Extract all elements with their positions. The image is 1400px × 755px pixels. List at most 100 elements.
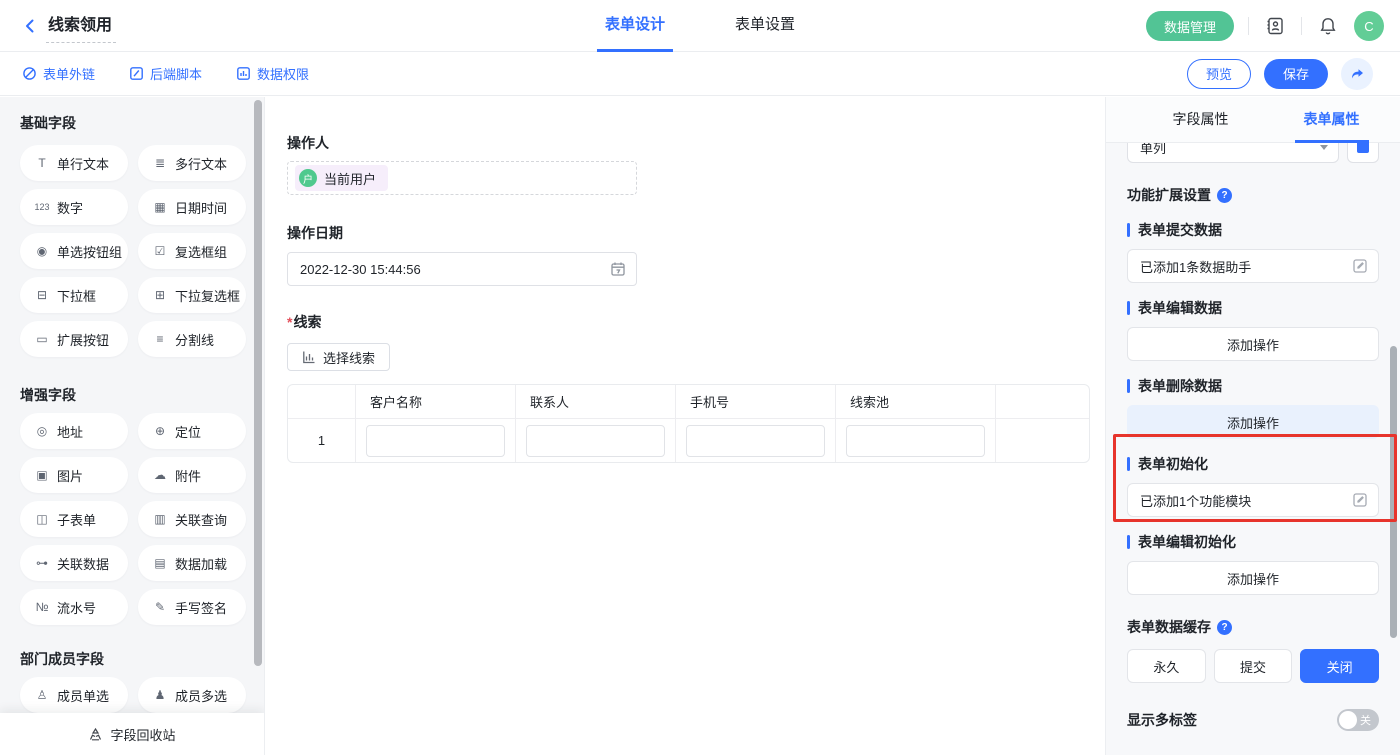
- field-pill-checkbox-group[interactable]: ☑复选框组: [138, 233, 246, 269]
- edit-icon: [1352, 492, 1368, 508]
- cache-option-submit[interactable]: 提交: [1214, 649, 1293, 683]
- field-pill-label: 下拉复选框: [175, 286, 240, 305]
- cell-input[interactable]: [846, 425, 985, 457]
- section-delete-data: 表单删除数据: [1127, 376, 1379, 396]
- tab-form-settings[interactable]: 表单设置: [727, 0, 803, 52]
- data-permission-item[interactable]: 数据权限: [236, 64, 309, 83]
- user-icon: 户: [299, 169, 317, 187]
- field-pill-subform[interactable]: ◫子表单: [20, 501, 128, 537]
- multi-tab-label: 显示多标签: [1127, 710, 1197, 730]
- edit-init-add-button[interactable]: 添加操作: [1127, 561, 1379, 595]
- link-icon: [22, 66, 37, 81]
- recycle-label: 字段回收站: [110, 725, 175, 744]
- dropdown-multi-icon: ⊞: [152, 288, 168, 302]
- multi-line-text-icon: ≣: [152, 156, 168, 170]
- field-pill-image[interactable]: ▣图片: [20, 457, 128, 493]
- extend-button-icon: ▭: [34, 332, 50, 346]
- field-pill-label: 关联数据: [57, 554, 109, 573]
- address-book-icon[interactable]: [1263, 14, 1287, 38]
- column-header: 手机号: [676, 385, 836, 419]
- body: 基础字段 T单行文本≣多行文本123数字▦日期时间◉单选按钮组☑复选框组⊟下拉框…: [0, 97, 1400, 755]
- cell-input[interactable]: [686, 425, 825, 457]
- field-pill-label: 附件: [175, 466, 201, 485]
- external-link-item[interactable]: 表单外链: [22, 64, 95, 83]
- data-cache-heading: 表单数据缓存 ?: [1127, 617, 1379, 637]
- current-user-tag[interactable]: 户 当前用户: [295, 165, 388, 191]
- edit-data-add-button[interactable]: 添加操作: [1127, 327, 1379, 361]
- panel-content: 单列 功能扩展设置 ? 表单提交数据 已添加1条数据助手: [1106, 143, 1400, 754]
- tab-form-design[interactable]: 表单设计: [597, 0, 673, 52]
- field-pill-label: 定位: [175, 422, 201, 441]
- operator-field[interactable]: 户 当前用户: [287, 161, 637, 195]
- field-pill-address[interactable]: ◎地址: [20, 413, 128, 449]
- select-leads-button[interactable]: 选择线索: [287, 343, 390, 371]
- notification-bell-icon[interactable]: [1316, 14, 1340, 38]
- date-field-input[interactable]: 2022-12-30 15:44:56: [287, 252, 637, 286]
- field-pill-multi-line-text[interactable]: ≣多行文本: [138, 145, 246, 181]
- column-layout-select[interactable]: 单列: [1127, 143, 1339, 163]
- field-pill-linked-query[interactable]: ▥关联查询: [138, 501, 246, 537]
- preview-button[interactable]: 预览: [1187, 59, 1251, 89]
- backend-script-item[interactable]: 后端脚本: [129, 64, 202, 83]
- form-init-value[interactable]: 已添加1个功能模块: [1127, 483, 1379, 517]
- field-pill-dropdown-multi[interactable]: ⊞ 下拉复选框: [138, 277, 246, 313]
- cache-option-close[interactable]: 关闭: [1300, 649, 1379, 683]
- field-pill-label: 下拉框: [57, 286, 96, 305]
- field-pill-signature[interactable]: ✎手写签名: [138, 589, 246, 625]
- layout-icon-button[interactable]: [1347, 143, 1379, 163]
- field-pill-single-line-text[interactable]: T单行文本: [20, 145, 128, 181]
- image-icon: ▣: [34, 468, 50, 482]
- leads-subtable: 客户名称联系人手机号线索池 1: [287, 384, 1090, 463]
- member-fields-list: ♙成员单选 ♟成员多选: [20, 677, 246, 713]
- save-button[interactable]: 保存: [1264, 59, 1328, 89]
- field-pill-location[interactable]: ⊕ 定位: [138, 413, 246, 449]
- field-pill-divider-line[interactable]: ≡分割线: [138, 321, 246, 357]
- field-pill-label: 流水号: [57, 598, 96, 617]
- section-accent-bar: [1127, 301, 1130, 315]
- field-pill-datetime[interactable]: ▦日期时间: [138, 189, 246, 225]
- row-index-cell: 1: [288, 419, 356, 462]
- submit-data-value[interactable]: 已添加1条数据助手: [1127, 249, 1379, 283]
- avatar[interactable]: C: [1354, 11, 1384, 41]
- field-pill-label: 分割线: [175, 330, 214, 349]
- cell-input[interactable]: [366, 425, 505, 457]
- calendar-icon: [610, 261, 626, 277]
- cell-input[interactable]: [526, 425, 665, 457]
- form-init-section: 表单初始化 已添加1个功能模块: [1127, 454, 1379, 517]
- field-pill-label: 数字: [57, 198, 83, 217]
- data-manage-button[interactable]: 数据管理: [1146, 11, 1234, 41]
- help-icon[interactable]: ?: [1217, 620, 1232, 635]
- field-pill-extend-button[interactable]: ▭扩展按钮: [20, 321, 128, 357]
- field-pill-radio-group[interactable]: ◉单选按钮组: [20, 233, 128, 269]
- multi-tab-toggle[interactable]: 关: [1337, 709, 1379, 731]
- sidebar-scrollbar[interactable]: [254, 100, 262, 666]
- section-submit-data: 表单提交数据: [1127, 220, 1379, 240]
- cache-option-forever[interactable]: 永久: [1127, 649, 1206, 683]
- delete-data-add-button[interactable]: 添加操作: [1127, 405, 1379, 439]
- toolbar-link-label: 表单外链: [43, 64, 95, 83]
- field-pill-label: 子表单: [57, 510, 96, 529]
- field-recycle-bin[interactable]: 字段回收站: [0, 713, 264, 755]
- sidebar-content: 基础字段 T单行文本≣多行文本123数字▦日期时间◉单选按钮组☑复选框组⊟下拉框…: [0, 97, 264, 755]
- field-pill-member-multi[interactable]: ♟成员多选: [138, 677, 246, 713]
- field-palette-sidebar: 基础字段 T单行文本≣多行文本123数字▦日期时间◉单选按钮组☑复选框组⊟下拉框…: [0, 97, 265, 755]
- panel-tabs: 字段属性 表单属性: [1106, 97, 1400, 143]
- panel-scrollbar[interactable]: [1390, 346, 1397, 638]
- field-pill-linked-data[interactable]: ⊶关联数据: [20, 545, 128, 581]
- back-icon[interactable]: [20, 16, 40, 36]
- field-pill-data-load[interactable]: ▤数据加载: [138, 545, 246, 581]
- tab-form-properties[interactable]: 表单属性: [1295, 97, 1369, 143]
- location-icon: ⊕: [152, 424, 168, 438]
- field-pill-dropdown[interactable]: ⊟下拉框: [20, 277, 128, 313]
- single-line-text-icon: T: [34, 156, 50, 170]
- field-pill-serial-number[interactable]: №流水号: [20, 589, 128, 625]
- page-title[interactable]: 线索领用: [46, 9, 116, 43]
- help-icon[interactable]: ?: [1217, 188, 1232, 203]
- field-pill-attachment[interactable]: ☁附件: [138, 457, 246, 493]
- member-multi-icon: ♟: [152, 688, 168, 702]
- tab-field-properties[interactable]: 字段属性: [1164, 97, 1238, 143]
- table-cell: [356, 419, 516, 462]
- field-pill-member-single[interactable]: ♙成员单选: [20, 677, 128, 713]
- share-button[interactable]: [1341, 58, 1373, 90]
- field-pill-number[interactable]: 123数字: [20, 189, 128, 225]
